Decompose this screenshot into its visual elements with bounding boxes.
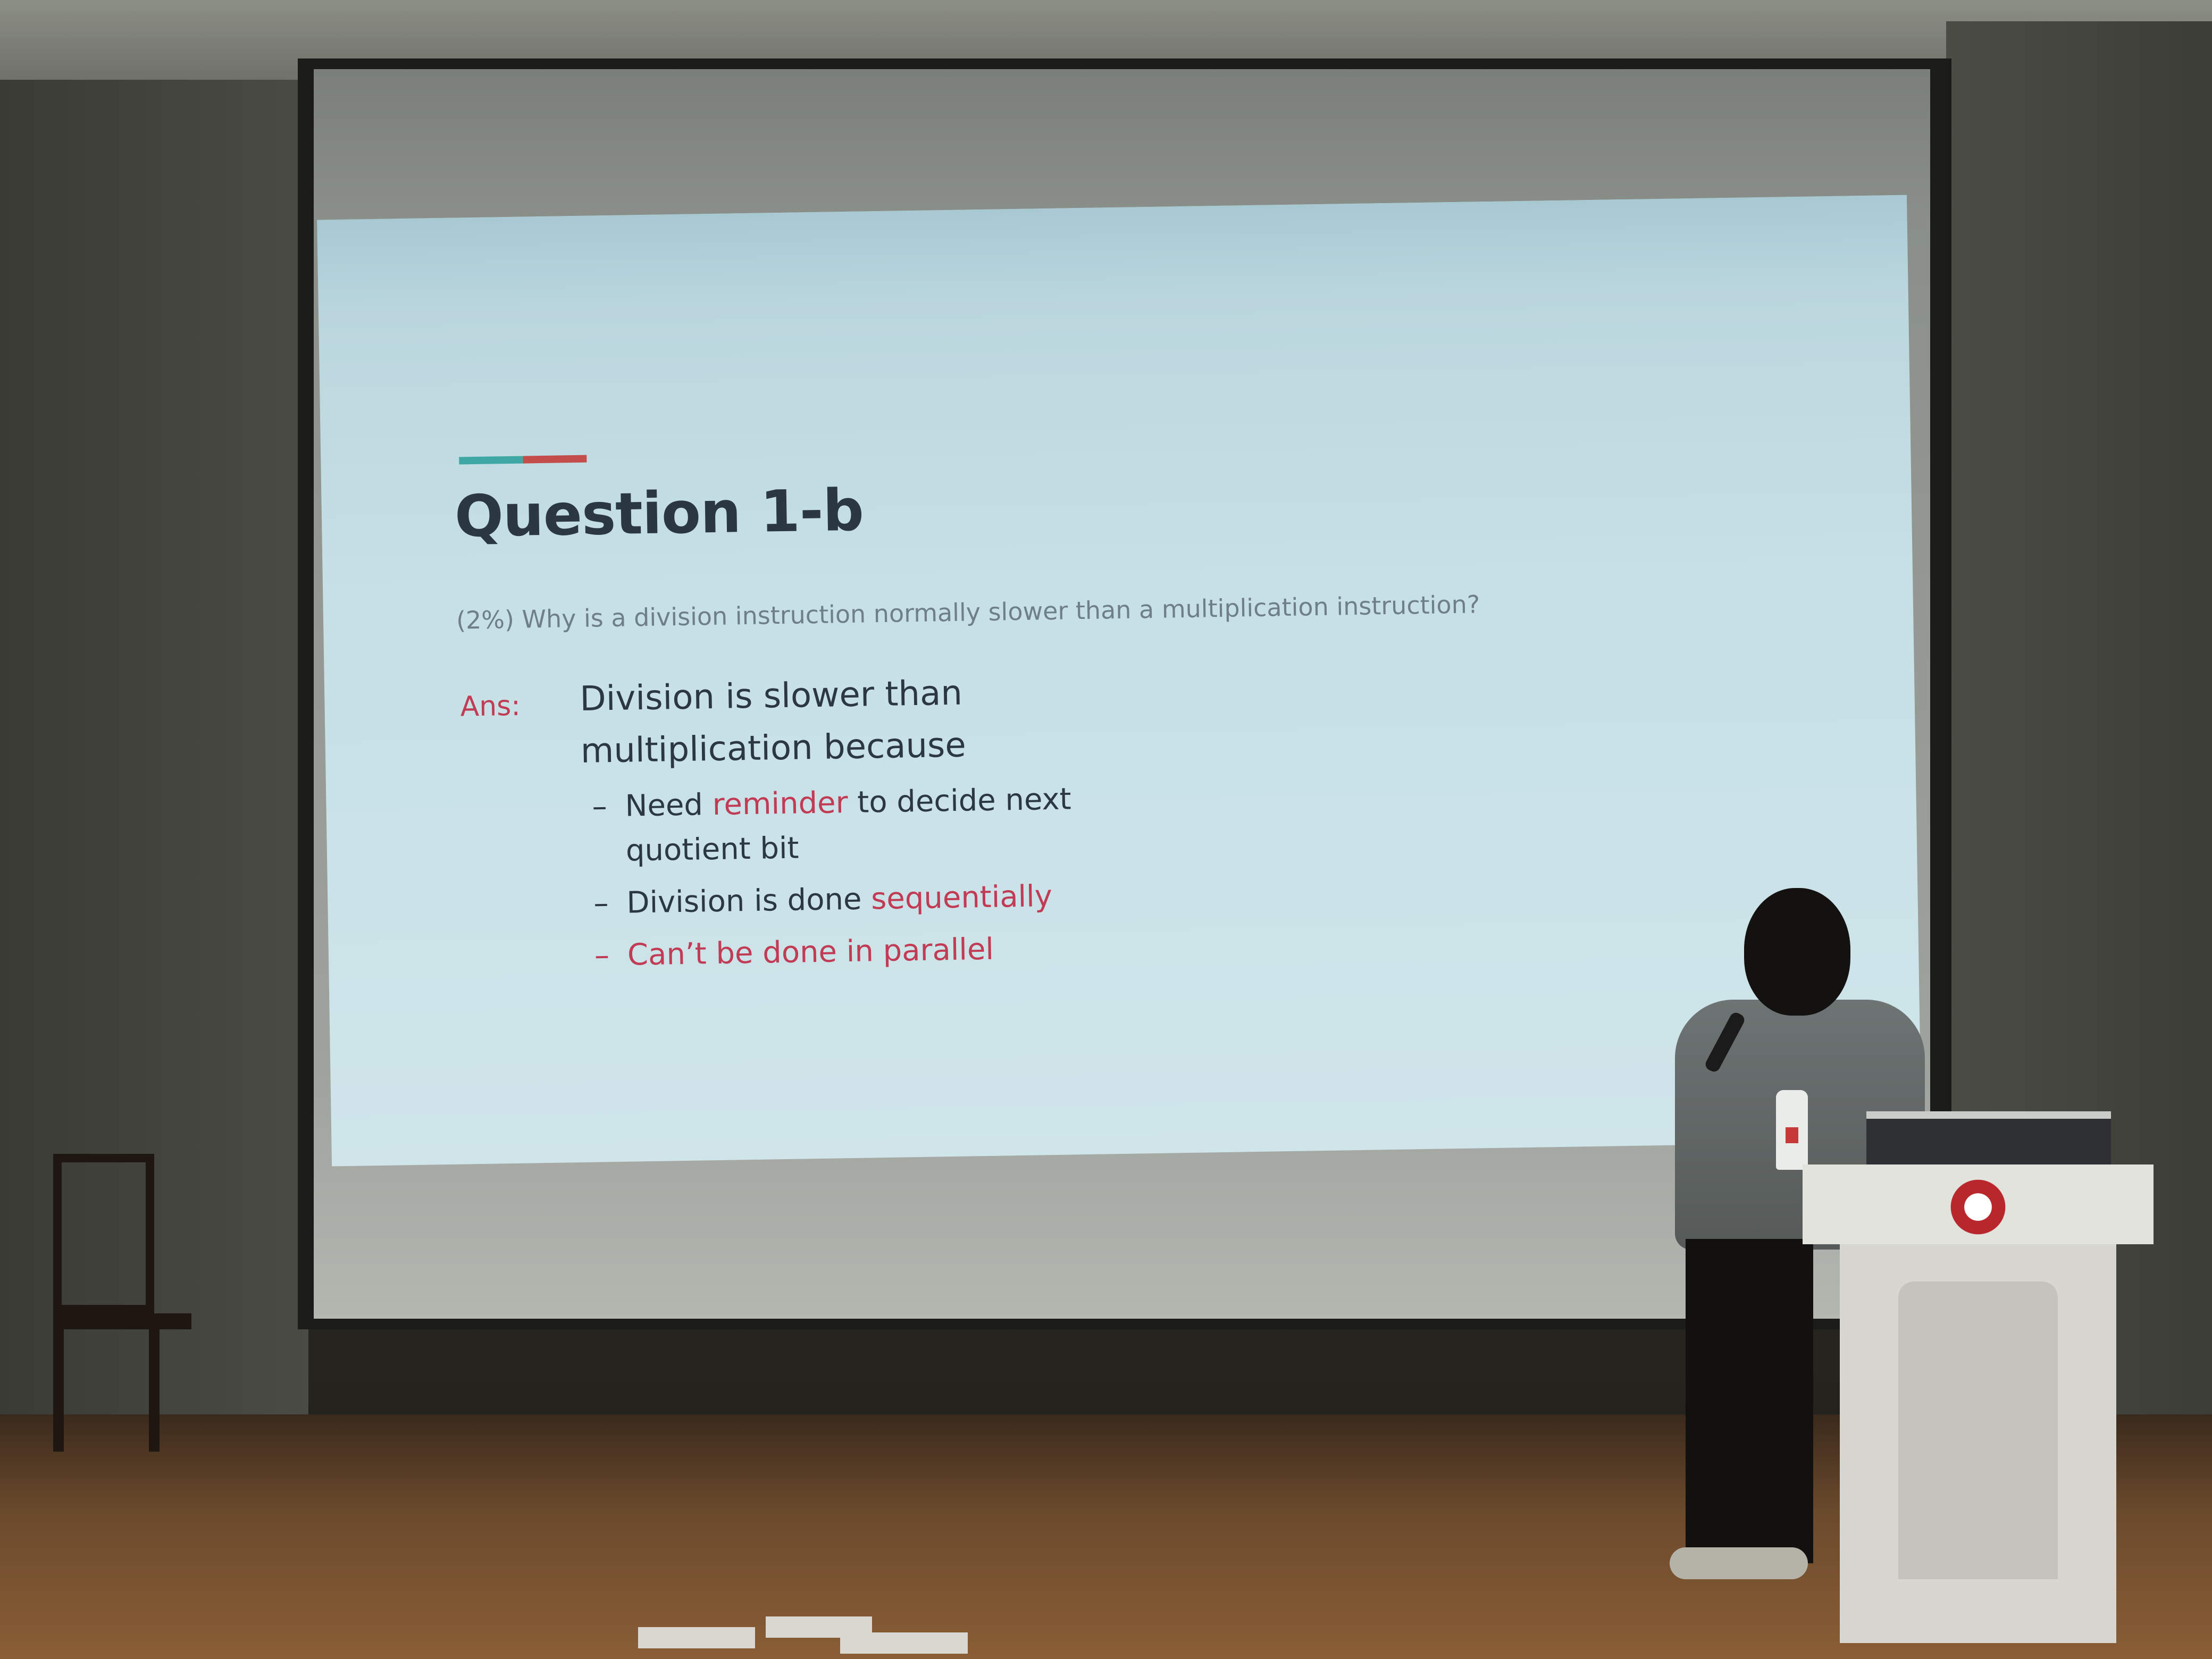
answer-bullet-list: – Need reminder to decide next quotient …: [592, 777, 1074, 985]
bullet-text-continued: quotient bit: [625, 831, 799, 868]
podium-monitor: [1866, 1111, 2111, 1172]
left-wall: [0, 80, 308, 1436]
bullet-text: Division is done: [626, 882, 862, 920]
dash-marker: –: [593, 886, 609, 921]
accent-red-segment: [523, 455, 587, 464]
podium-top: [1803, 1164, 2154, 1244]
chair-leg: [149, 1329, 160, 1452]
podium-panel: [1898, 1281, 2058, 1579]
presenter-shoes: [1670, 1547, 1808, 1579]
slide-title: Question 1-b: [454, 477, 864, 550]
university-emblem: [1946, 1175, 2010, 1239]
presenter-head: [1744, 888, 1850, 1016]
highlight-text: Can’t be done in parallel: [627, 932, 994, 973]
paper-sheet: [840, 1632, 968, 1654]
chair-seat: [53, 1313, 191, 1329]
paper-sheet: [638, 1627, 755, 1648]
highlight-text: reminder: [712, 785, 849, 823]
question-text: (2%) Why is a division instruction norma…: [456, 590, 1480, 635]
bullet-text: to decide next: [857, 782, 1072, 820]
dash-marker: –: [592, 789, 608, 824]
bullet-item: – Need reminder to decide next quotient …: [592, 777, 1073, 874]
answer-line-2: multiplication because: [580, 725, 967, 771]
title-accent-line: [459, 455, 587, 465]
answer-label: Ans:: [460, 690, 521, 723]
dash-marker: –: [594, 938, 610, 973]
answer-line-1: Division is slower than: [579, 673, 963, 719]
bullet-item: – Can’t be done in parallel: [594, 926, 1074, 978]
bullet-text: Need: [625, 787, 703, 824]
podium: [1803, 1111, 2154, 1643]
highlight-text: sequentially: [870, 879, 1053, 917]
accent-teal-segment: [459, 456, 523, 465]
chair-back: [53, 1154, 154, 1313]
answer-body: Division is slower than multiplication b…: [580, 664, 1166, 777]
bullet-item: – Division is done sequentially: [593, 874, 1073, 926]
presenter-legs: [1686, 1239, 1813, 1563]
floor-papers: [638, 1616, 1010, 1659]
water-bottle: [1776, 1090, 1808, 1170]
chair-leg: [53, 1329, 64, 1452]
chair: [53, 1154, 191, 1452]
